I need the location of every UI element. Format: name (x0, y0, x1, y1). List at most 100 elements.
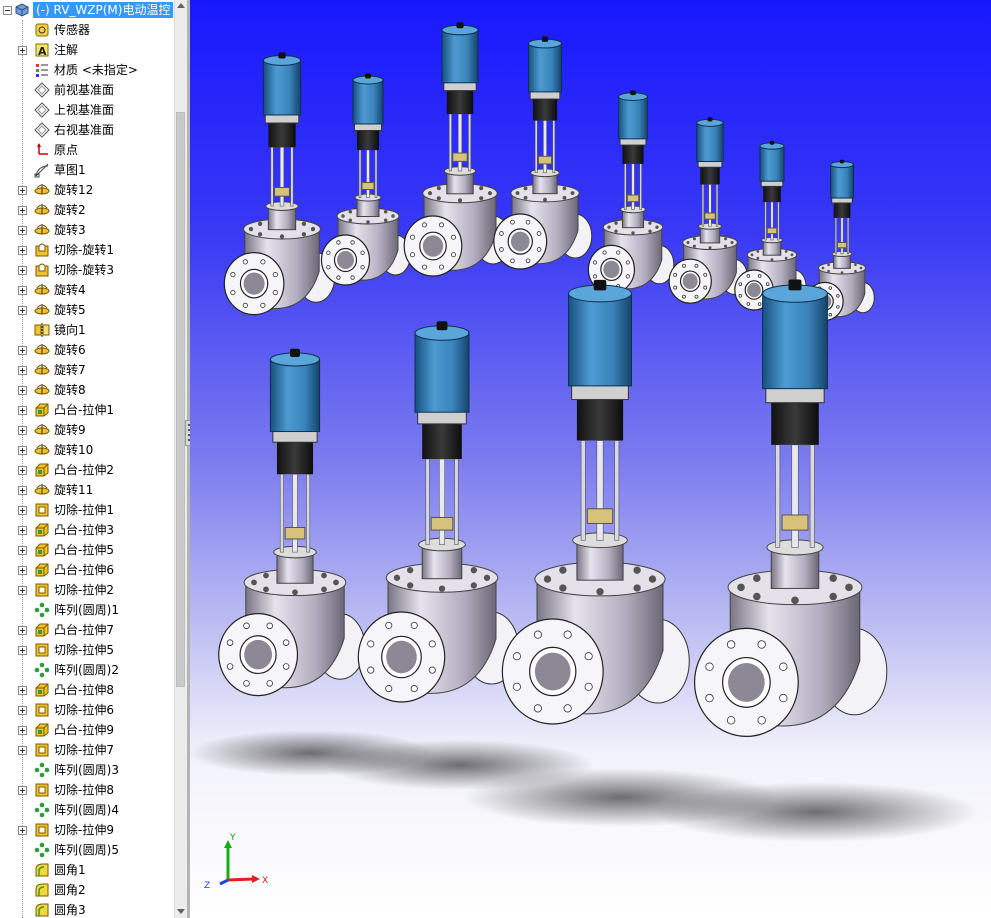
expand-icon[interactable] (18, 386, 27, 395)
tree-item[interactable]: 圆角1 (0, 860, 174, 880)
expand-icon[interactable] (18, 686, 27, 695)
tree-item[interactable]: 旋转3 (0, 220, 174, 240)
tree-item[interactable]: 旋转7 (0, 360, 174, 380)
tree-vertical-scrollbar[interactable] (174, 0, 187, 918)
tree-item[interactable]: 旋转12 (0, 180, 174, 200)
tree-item[interactable]: 凸台-拉伸6 (0, 560, 174, 580)
tree-item[interactable]: 旋转6 (0, 340, 174, 360)
tree-item-label: 切除-旋转1 (54, 243, 114, 257)
tree-item[interactable]: 切除-拉伸2 (0, 580, 174, 600)
tree-item-label: 切除-拉伸2 (54, 583, 114, 597)
tree-item[interactable]: 右视基准面 (0, 120, 174, 140)
tree-item[interactable]: 旋转5 (0, 300, 174, 320)
electric-control-valve (223, 52, 336, 316)
expand-icon[interactable] (18, 446, 27, 455)
tree-item[interactable]: 切除-拉伸1 (0, 500, 174, 520)
revolve-icon (34, 184, 50, 195)
fillet-icon (35, 903, 49, 917)
expand-icon[interactable] (18, 826, 27, 835)
tree-item[interactable]: 切除-旋转1 (0, 240, 174, 260)
expand-icon[interactable] (18, 306, 27, 315)
scroll-up-icon[interactable] (177, 3, 185, 8)
svg-text:A: A (38, 45, 47, 58)
tree-item[interactable]: 凸台-拉伸2 (0, 460, 174, 480)
expand-icon[interactable] (18, 546, 27, 555)
tree-item[interactable]: 旋转4 (0, 280, 174, 300)
tree-item[interactable]: 凸台-拉伸7 (0, 620, 174, 640)
tree-item-label: 凸台-拉伸1 (54, 403, 114, 417)
tree-item[interactable]: 草图1 (0, 160, 174, 180)
tree-item[interactable]: 旋转2 (0, 200, 174, 220)
expand-icon[interactable] (18, 206, 27, 215)
tree-item-label: 草图1 (54, 163, 86, 177)
scroll-down-icon[interactable] (177, 909, 185, 914)
tree-item[interactable]: 阵列(圆周)4 (0, 800, 174, 820)
expand-icon[interactable] (18, 706, 27, 715)
tree-item[interactable]: 凸台-拉伸1 (0, 400, 174, 420)
expand-icon[interactable] (18, 366, 27, 375)
expand-icon[interactable] (18, 246, 27, 255)
tree-item[interactable]: 旋转8 (0, 380, 174, 400)
tree-item[interactable]: 材质 <未指定> (0, 60, 174, 80)
tree-item-label: 旋转5 (54, 303, 86, 317)
tree-item[interactable]: 切除-拉伸6 (0, 700, 174, 720)
collapse-icon[interactable] (3, 6, 12, 15)
tree-item[interactable]: 前视基准面 (0, 80, 174, 100)
expand-icon[interactable] (18, 266, 27, 275)
expand-icon[interactable] (18, 786, 27, 795)
tree-item[interactable]: 圆角3 (0, 900, 174, 918)
tree-item[interactable]: 上视基准面 (0, 100, 174, 120)
tree-item[interactable]: 原点 (0, 140, 174, 160)
expand-icon[interactable] (18, 586, 27, 595)
tree-item[interactable]: 阵列(圆周)3 (0, 760, 174, 780)
expand-icon[interactable] (18, 746, 27, 755)
tree-item[interactable]: 圆角2 (0, 880, 174, 900)
tree-item[interactable]: 旋转10 (0, 440, 174, 460)
tree-item[interactable]: 阵列(圆周)2 (0, 660, 174, 680)
tree-root-row[interactable]: (-) RV_WZP(M)电动温控 (0, 0, 174, 20)
cut-extrude-icon (35, 703, 49, 717)
revolve-icon (34, 224, 50, 235)
tree-item[interactable]: 阵列(圆周)5 (0, 840, 174, 860)
circular-pattern-icon (34, 662, 50, 678)
expand-icon[interactable] (18, 406, 27, 415)
tree-item-label: 旋转9 (54, 423, 86, 437)
expand-icon[interactable] (18, 426, 27, 435)
tree-item[interactable]: A 注解 (0, 40, 174, 60)
expand-icon[interactable] (18, 526, 27, 535)
circular-pattern-icon (34, 602, 50, 618)
tree-item[interactable]: 凸台-拉伸3 (0, 520, 174, 540)
expand-icon[interactable] (18, 466, 27, 475)
tree-item[interactable]: 镜向1 (0, 320, 174, 340)
tree-item[interactable]: 传感器 (0, 20, 174, 40)
expand-icon[interactable] (18, 226, 27, 235)
expand-icon[interactable] (18, 566, 27, 575)
expand-icon[interactable] (18, 46, 27, 55)
tree-item[interactable]: 凸台-拉伸5 (0, 540, 174, 560)
expand-icon[interactable] (18, 346, 27, 355)
tree-item[interactable]: 切除-旋转3 (0, 260, 174, 280)
y-axis-label: Y (229, 833, 236, 843)
scroll-thumb[interactable] (176, 112, 185, 687)
tree-item[interactable]: 阵列(圆周)1 (0, 600, 174, 620)
expand-icon[interactable] (18, 626, 27, 635)
tree-item-label: 阵列(圆周)4 (54, 803, 119, 817)
tree-item[interactable]: 旋转9 (0, 420, 174, 440)
expand-icon[interactable] (18, 286, 27, 295)
revolve-icon (34, 304, 50, 315)
tree-item[interactable]: 旋转11 (0, 480, 174, 500)
origin-icon (37, 143, 48, 155)
tree-item[interactable]: 切除-拉伸9 (0, 820, 174, 840)
expand-icon[interactable] (18, 726, 27, 735)
tree-item[interactable]: 凸台-拉伸8 (0, 680, 174, 700)
tree-item[interactable]: 切除-拉伸7 (0, 740, 174, 760)
tree-item[interactable]: 切除-拉伸8 (0, 780, 174, 800)
expand-icon[interactable] (18, 646, 27, 655)
graphics-viewport[interactable]: Y X Z (190, 0, 991, 918)
tree-item[interactable]: 切除-拉伸5 (0, 640, 174, 660)
tree-item-label: 切除-拉伸9 (54, 823, 114, 837)
tree-item[interactable]: 凸台-拉伸9 (0, 720, 174, 740)
expand-icon[interactable] (18, 506, 27, 515)
expand-icon[interactable] (18, 186, 27, 195)
expand-icon[interactable] (18, 486, 27, 495)
